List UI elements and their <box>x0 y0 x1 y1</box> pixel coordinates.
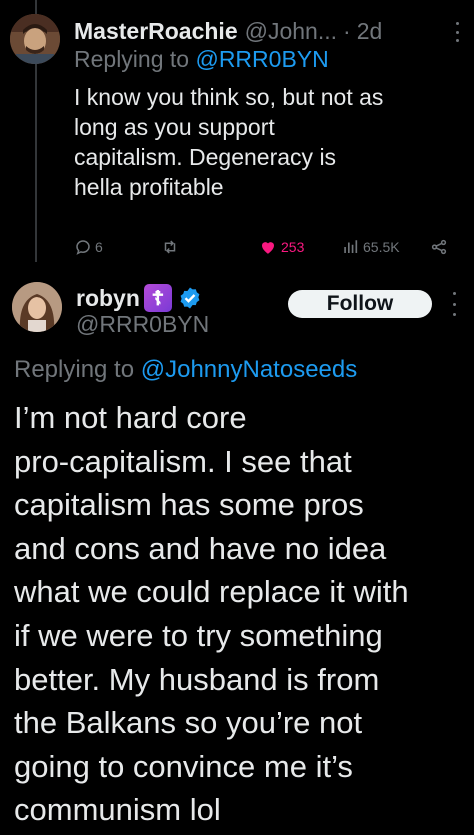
verified-badge-icon <box>180 287 200 309</box>
tweet-text-line: long as you support <box>74 114 275 140</box>
replying-to-label: Replying to <box>74 46 190 72</box>
share-icon <box>431 239 447 255</box>
display-name[interactable]: MasterRoachie <box>74 18 238 45</box>
heart-icon <box>262 242 274 254</box>
views-count: 65.5K <box>363 239 400 255</box>
replying-to-label: Replying to <box>14 356 135 383</box>
tweet-text-line: better. My husband is from <box>14 661 380 697</box>
tweet-text: I’m not hard core pro-capitalism. I see … <box>14 396 470 832</box>
tweet-thread: MasterRoachie @John... · 2d Replying to … <box>0 0 474 835</box>
replying-to-line: Replying to @RRR0BYN <box>74 46 329 73</box>
tweet-text: I know you think so, but not as long as … <box>74 82 469 202</box>
tweet-text-line: I’m not hard core <box>14 400 247 435</box>
like-count: 253 <box>281 239 305 255</box>
tweet-text-line: capitalism has some pros <box>14 487 364 523</box>
more-options-icon[interactable] <box>444 292 464 316</box>
like-button[interactable]: 253 <box>258 236 304 258</box>
avatar[interactable] <box>10 14 60 64</box>
timestamp[interactable]: 2d <box>357 18 383 45</box>
handle[interactable]: @John... <box>245 18 337 45</box>
tweet-text-line: capitalism. Degeneracy is <box>74 144 337 170</box>
tweet-text-line: going to convince me it’s <box>14 748 353 784</box>
orthodox-cross-icon: ☦ <box>143 284 172 312</box>
share-button[interactable] <box>430 236 448 258</box>
reply-tweet[interactable]: MasterRoachie @John... · 2d Replying to … <box>0 0 474 272</box>
reply-header: MasterRoachie @John... · 2d <box>74 14 466 48</box>
tweet-text-line: if we were to try something <box>14 617 383 653</box>
views-button[interactable]: 65.5K <box>342 236 400 258</box>
follow-button[interactable]: Follow <box>288 290 432 318</box>
time-separator: · <box>343 17 351 44</box>
reply-button[interactable]: 6 <box>74 236 103 258</box>
action-bar: 6 253 65.5K <box>74 236 454 258</box>
tweet-text-line: what we could replace it with <box>14 574 409 610</box>
tweet-text-line: and cons and have no idea <box>14 530 387 566</box>
handle[interactable]: @RRR0BYN <box>76 311 209 338</box>
tweet-text-line: pro-capitalism. I see that <box>14 443 352 479</box>
retweet-button[interactable] <box>160 236 183 258</box>
tweet-text-line: hella profitable <box>74 174 224 200</box>
replying-to-handle[interactable]: @RRR0BYN <box>195 46 328 72</box>
reply-icon <box>76 240 90 255</box>
author-name-row: robyn ☦ <box>76 282 202 314</box>
avatar[interactable] <box>12 282 62 332</box>
replying-to-line: Replying to @JohnnyNatoseeds <box>14 356 357 384</box>
tweet-text-line: I know you think so, but not as <box>74 84 384 110</box>
views-icon <box>344 240 358 253</box>
replying-to-handle[interactable]: @JohnnyNatoseeds <box>141 356 358 383</box>
tweet-text-line: communism lol <box>14 792 221 828</box>
tweet-text-line: the Balkans so you’re not <box>14 705 363 741</box>
display-name[interactable]: robyn <box>76 285 140 312</box>
reply-count: 6 <box>95 239 103 255</box>
more-options-icon[interactable] <box>448 22 466 42</box>
retweet-icon <box>164 240 176 254</box>
